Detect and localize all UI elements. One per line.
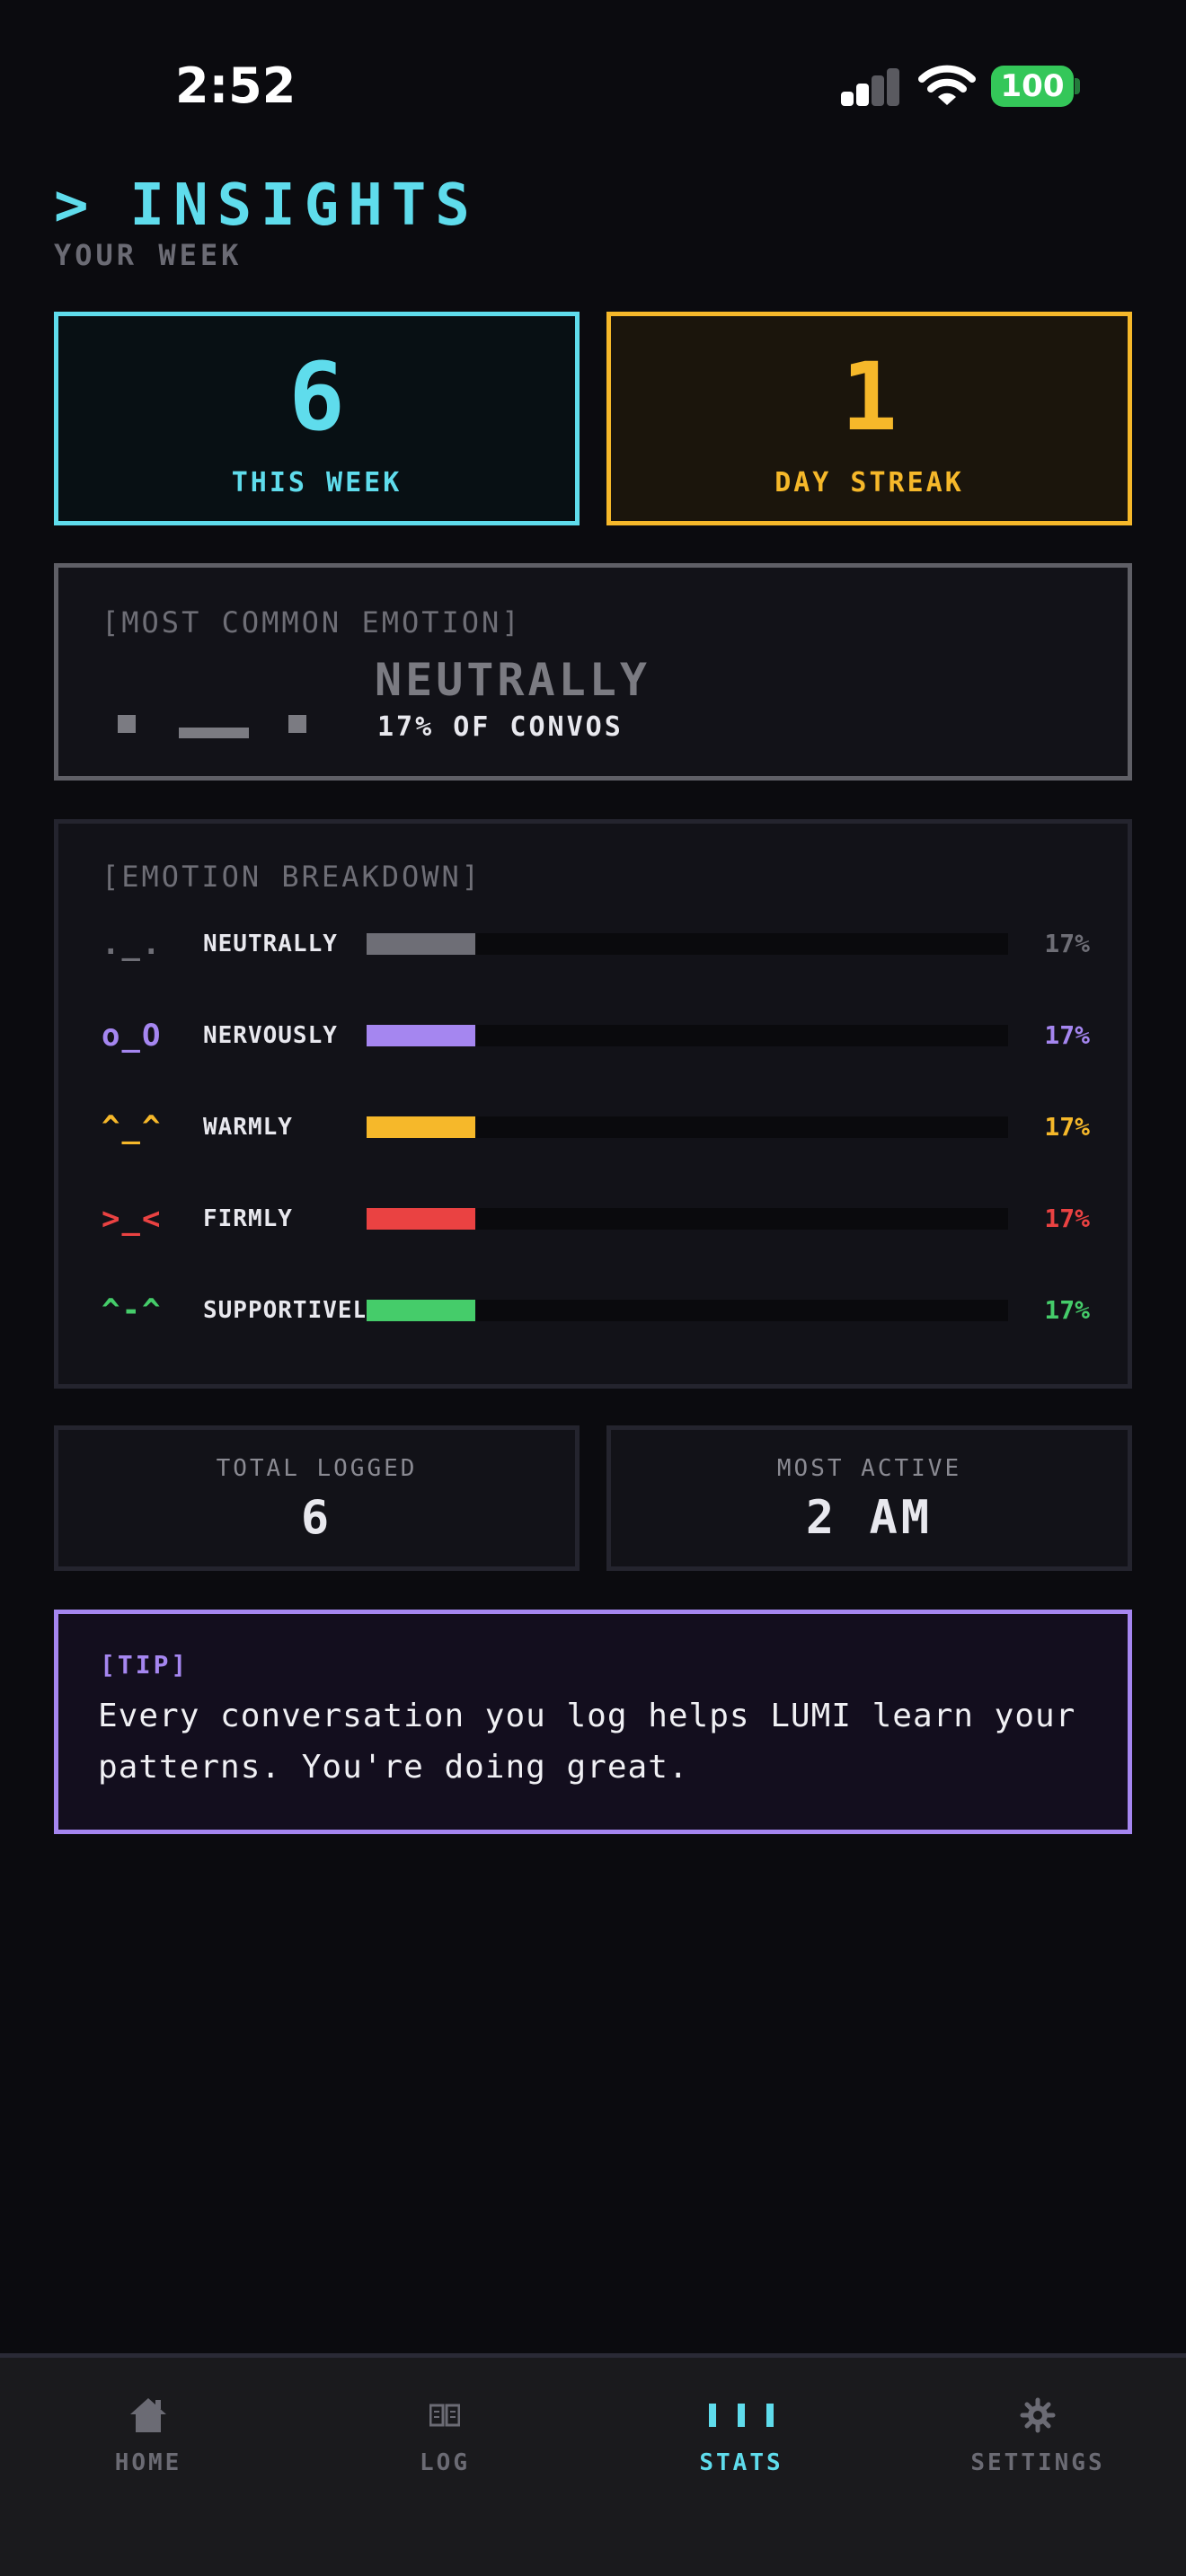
prompt-chevron: >: [54, 172, 98, 239]
emotion-row-warmly: ^_^ WARMLY 17%: [102, 1109, 1090, 1145]
title-text: INSIGHTS: [129, 172, 479, 239]
emotion-row-nervously: o_O NERVOUSLY 17%: [102, 1018, 1090, 1054]
battery-indicator: 100: [991, 66, 1074, 107]
battery-tip: [1075, 78, 1080, 94]
total-logged-value: 6: [300, 1491, 333, 1545]
warm-face-icon: ^_^: [102, 1109, 163, 1145]
page-subtitle: YOUR WEEK: [54, 238, 243, 272]
most-active-label: MOST ACTIVE: [776, 1455, 962, 1482]
book-icon: [429, 2404, 460, 2427]
tab-log-label: LOG: [420, 2449, 470, 2476]
day-streak-card: 1 DAY STREAK: [606, 312, 1132, 525]
emotion-bar-track: [367, 1116, 1008, 1138]
emotion-bar-track: [367, 1300, 1008, 1321]
emotion-percent: 17%: [1044, 1112, 1090, 1142]
emotion-bar-fill: [367, 1116, 476, 1138]
firm-face-icon: >_<: [102, 1201, 163, 1237]
neutral-face-icon: ._.: [102, 926, 163, 962]
most-common-emotion-card: [MOST COMMON EMOTION] NEUTRALLY 17% OF C…: [54, 563, 1132, 781]
status-bar: 2:52 100: [0, 0, 1186, 171]
emotion-bar-fill: [367, 933, 476, 955]
emotion-bar-fill: [367, 1300, 476, 1321]
emotion-row-neutrally: ._. NEUTRALLY 17%: [102, 926, 1090, 962]
cellular-signal-icon: [841, 68, 900, 106]
most-active-card: MOST ACTIVE 2 AM: [606, 1425, 1132, 1571]
emotion-name: NERVOUSLY: [203, 1022, 338, 1049]
emotion-row-firmly: >_< FIRMLY 17%: [102, 1201, 1090, 1237]
tip-card: [TIP] Every conversation you log helps L…: [54, 1610, 1132, 1834]
most-common-emotion-percent: 17% OF CONVOS: [377, 711, 624, 743]
emotion-percent: 17%: [1044, 1020, 1090, 1050]
streak-label: DAY STREAK: [774, 467, 964, 498]
most-common-label: [MOST COMMON EMOTION]: [102, 605, 522, 640]
tab-settings[interactable]: SETTINGS: [890, 2394, 1186, 2476]
emotion-bar-track: [367, 1025, 1008, 1046]
stats-icon: [709, 2404, 774, 2427]
tab-home-label: HOME: [114, 2449, 182, 2476]
emotion-name: SUPPORTIVELY: [203, 1297, 365, 1324]
most-active-value: 2 AM: [805, 1491, 934, 1545]
neutral-face-icon: [118, 693, 360, 765]
gear-icon: [1020, 2397, 1056, 2433]
emotion-percent: 17%: [1044, 1295, 1090, 1325]
emotion-name: NEUTRALLY: [203, 931, 338, 957]
emotion-percent: 17%: [1044, 929, 1090, 958]
tip-text: Every conversation you log helps LUMI le…: [98, 1698, 1076, 1786]
tab-settings-label: SETTINGS: [970, 2449, 1105, 2476]
total-logged-label: TOTAL LOGGED: [216, 1455, 418, 1482]
home-icon: [130, 2398, 166, 2432]
emotion-bar-fill: [367, 1025, 476, 1046]
most-common-emotion-name: NEUTRALLY: [375, 654, 651, 706]
this-week-card: 6 THIS WEEK: [54, 312, 580, 525]
tab-stats[interactable]: STATS: [593, 2394, 890, 2476]
tab-home[interactable]: HOME: [0, 2394, 296, 2476]
emotion-breakdown-card: [EMOTION BREAKDOWN] ._. NEUTRALLY 17% o_…: [54, 819, 1132, 1389]
page-title: > INSIGHTS: [54, 172, 479, 239]
supportive-face-icon: ^-^: [102, 1292, 163, 1328]
tip-label: [TIP]: [100, 1650, 190, 1680]
emotion-bar-fill: [367, 1208, 476, 1230]
wifi-icon: [918, 65, 976, 105]
total-logged-card: TOTAL LOGGED 6: [54, 1425, 580, 1571]
emotion-bar-track: [367, 933, 1008, 955]
emotion-percent: 17%: [1044, 1204, 1090, 1233]
emotion-name: FIRMLY: [203, 1205, 293, 1232]
status-time: 2:52: [175, 57, 296, 114]
tab-log[interactable]: LOG: [296, 2394, 593, 2476]
emotion-name: WARMLY: [203, 1114, 293, 1141]
this-week-value: 6: [288, 342, 345, 452]
streak-value: 1: [841, 342, 898, 452]
nervous-face-icon: o_O: [102, 1018, 163, 1054]
this-week-label: THIS WEEK: [231, 467, 403, 498]
emotion-row-supportively: ^-^ SUPPORTIVELY 17%: [102, 1292, 1090, 1328]
emotion-bar-track: [367, 1208, 1008, 1230]
tab-bar: HOME LOG STATS SETTINGS: [0, 2353, 1186, 2576]
breakdown-label: [EMOTION BREAKDOWN]: [102, 860, 482, 894]
tab-stats-label: STATS: [699, 2449, 783, 2476]
